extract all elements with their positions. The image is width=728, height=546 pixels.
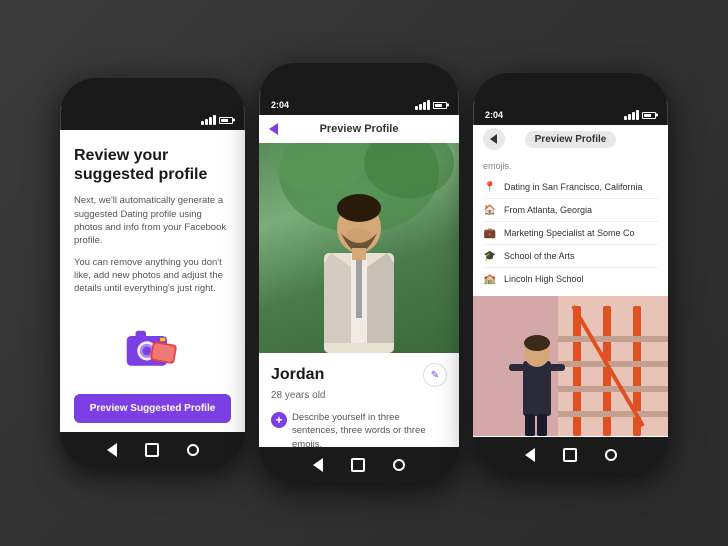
left-title: Review your suggested profile xyxy=(74,146,231,184)
right-bottom-bar xyxy=(473,437,668,473)
center-back-nav-icon[interactable] xyxy=(313,458,323,472)
center-status-icons xyxy=(415,100,447,110)
info-row-location: 📍 Dating in San Francisco, California xyxy=(483,176,658,199)
info-row-school2: 🏫 Lincoln High School xyxy=(483,268,658,290)
info-row-school1: 🎓 School of the Arts xyxy=(483,245,658,268)
profile-name-row: Jordan ✎ xyxy=(271,363,447,387)
home-icon: 🏠 xyxy=(483,203,497,217)
right-notch xyxy=(546,73,596,85)
right-recent-nav-icon[interactable] xyxy=(605,449,617,461)
home-nav-icon[interactable] xyxy=(145,443,159,457)
center-status-bar: 2:04 xyxy=(259,95,459,115)
left-notch xyxy=(128,78,178,90)
profile-name: Jordan xyxy=(271,366,324,384)
back-nav-icon[interactable] xyxy=(107,443,117,457)
right-back-icon xyxy=(490,134,497,144)
center-header: Preview Profile xyxy=(259,115,459,143)
right-battery-icon xyxy=(642,112,656,119)
camera-illustration-icon xyxy=(118,319,188,374)
location-icon: 📍 xyxy=(483,180,497,194)
graduate-icon: 🎓 xyxy=(483,249,497,263)
right-status-bar: 2:04 xyxy=(473,105,668,125)
info-row-hometown: 🏠 From Atlanta, Georgia xyxy=(483,199,658,222)
left-status-bar xyxy=(60,110,245,130)
right-header-title: Preview Profile xyxy=(525,131,617,148)
left-screen: Review your suggested profile Next, we'l… xyxy=(60,130,245,432)
info-school2-text: Lincoln High School xyxy=(504,274,584,284)
center-home-nav-icon[interactable] xyxy=(351,458,365,472)
complete-profile-manually-button[interactable]: Complete Profile Manually xyxy=(74,431,231,432)
work-icon: 💼 xyxy=(483,226,497,240)
right-top-bar xyxy=(473,73,668,101)
right-signal-icon xyxy=(624,110,639,120)
right-info-section: emojis. 📍 Dating in San Francisco, Calif… xyxy=(473,153,668,296)
info-location-text: Dating in San Francisco, California xyxy=(504,182,643,192)
center-header-title: Preview Profile xyxy=(320,123,399,135)
center-screen: Preview Profile xyxy=(259,115,459,447)
describe-text: Describe yourself in three sentences, th… xyxy=(292,411,447,447)
center-notch xyxy=(334,63,384,75)
phone-center: 2:04 Preview Profile xyxy=(259,63,459,483)
center-time: 2:04 xyxy=(271,100,289,110)
add-description-icon[interactable]: + xyxy=(271,412,287,428)
center-battery-icon xyxy=(433,102,447,109)
right-back-circle[interactable] xyxy=(483,128,505,150)
scene: Review your suggested profile Next, we'l… xyxy=(0,0,728,546)
recent-nav-icon[interactable] xyxy=(187,444,199,456)
right-header: Preview Profile xyxy=(473,125,668,153)
left-screen-content: Review your suggested profile Next, we'l… xyxy=(60,130,245,432)
right-top-label: emojis. xyxy=(483,161,658,171)
signal-icon xyxy=(201,115,216,125)
edit-profile-icon[interactable]: ✎ xyxy=(423,363,447,387)
right-save-row: Save xyxy=(473,436,668,437)
center-signal-icon xyxy=(415,100,430,110)
phone-right: 2:04 Preview Profile xyxy=(473,73,668,473)
profile-age: 28 years old xyxy=(271,390,447,401)
describe-row: + Describe yourself in three sentences, … xyxy=(271,411,447,447)
left-desc2: You can remove anything you don't like, … xyxy=(74,256,231,296)
center-bottom-bar xyxy=(259,447,459,483)
center-back-icon[interactable] xyxy=(269,123,278,135)
right-screen: Preview Profile emojis. 📍 Dating in San … xyxy=(473,125,668,437)
info-hometown-text: From Atlanta, Georgia xyxy=(504,205,592,215)
right-status-icons xyxy=(624,110,656,120)
left-top-bar xyxy=(60,78,245,106)
left-status-icons xyxy=(201,115,233,125)
center-profile-info: Jordan ✎ 28 years old + Describe yoursel… xyxy=(259,353,459,447)
right-back-nav-icon[interactable] xyxy=(525,448,535,462)
left-bottom-bar xyxy=(60,432,245,468)
center-recent-nav-icon[interactable] xyxy=(393,459,405,471)
right-profile-photo xyxy=(473,296,668,436)
info-school1-text: School of the Arts xyxy=(504,251,575,261)
left-illustration xyxy=(74,319,231,374)
info-row-job: 💼 Marketing Specialist at Some Co xyxy=(483,222,658,245)
right-time: 2:04 xyxy=(485,110,503,120)
info-job-text: Marketing Specialist at Some Co xyxy=(504,228,635,238)
preview-suggested-profile-button[interactable]: Preview Suggested Profile xyxy=(74,394,231,423)
center-top-bar xyxy=(259,63,459,91)
battery-icon xyxy=(219,117,233,124)
right-home-nav-icon[interactable] xyxy=(563,448,577,462)
center-profile-photo xyxy=(259,143,459,353)
left-desc1: Next, we'll automatically generate a sug… xyxy=(74,194,231,247)
school-icon: 🏫 xyxy=(483,272,497,286)
stairs-illustration xyxy=(473,296,668,436)
phone-left: Review your suggested profile Next, we'l… xyxy=(60,78,245,468)
person-illustration xyxy=(259,143,459,353)
